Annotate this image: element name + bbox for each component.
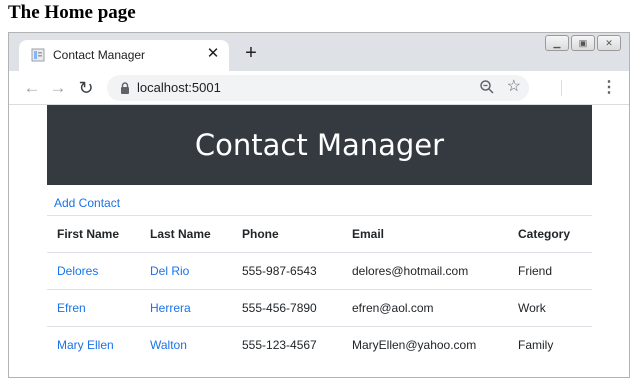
last-name-link[interactable]: Del Rio (150, 264, 189, 278)
table-row: Efren Herrera 555-456-7890 efren@aol.com… (47, 289, 592, 327)
category-cell: Work (508, 289, 592, 327)
email-cell: delores@hotmail.com (342, 252, 508, 290)
plus-icon[interactable]: + (239, 42, 263, 66)
close-icon[interactable]: ✕ (204, 45, 222, 63)
first-name-link[interactable]: Delores (57, 264, 98, 278)
last-name-link[interactable]: Herrera (150, 301, 191, 315)
page-content: Contact Manager Add Contact First Name L… (9, 105, 629, 377)
window-controls: ▁ ▣ ✕ (543, 35, 621, 51)
last-name-link[interactable]: Walton (150, 338, 187, 352)
tab-strip: Contact Manager ✕ + ▁ ▣ ✕ (9, 33, 629, 71)
table-row: Delores Del Rio 555-987-6543 delores@hot… (47, 252, 592, 290)
url-text: localhost:5001 (137, 80, 221, 95)
restore-icon[interactable]: ▣ (571, 35, 595, 51)
first-name-link[interactable]: Efren (57, 301, 86, 315)
column-header-phone: Phone (232, 215, 342, 253)
star-icon[interactable]: ☆ (507, 77, 521, 97)
first-name-link[interactable]: Mary Ellen (57, 338, 114, 352)
zoom-icon[interactable] (479, 79, 495, 95)
browser-tab[interactable]: Contact Manager ✕ (19, 40, 229, 71)
phone-cell: 555-987-6543 (232, 252, 342, 290)
email-cell: MaryEllen@yahoo.com (342, 326, 508, 364)
column-header-category: Category (508, 215, 592, 253)
toolbar-divider (561, 80, 562, 96)
table-row: Mary Ellen Walton 555-123-4567 MaryEllen… (47, 326, 592, 364)
email-cell: efren@aol.com (342, 289, 508, 327)
lock-icon (121, 82, 129, 94)
window-close-icon[interactable]: ✕ (597, 35, 621, 51)
category-cell: Family (508, 326, 592, 364)
add-contact-link[interactable]: Add Contact (54, 196, 120, 210)
category-cell: Friend (508, 252, 592, 290)
browser-window: Contact Manager ✕ + ▁ ▣ ✕ ← → ↻ localhos… (8, 32, 630, 378)
page-favicon-icon (31, 48, 45, 62)
minimize-icon[interactable]: ▁ (545, 35, 569, 51)
column-header-first-name: First Name (47, 215, 140, 253)
column-header-email: Email (342, 215, 508, 253)
tab-title: Contact Manager (53, 48, 146, 62)
address-bar[interactable]: localhost:5001 ☆ (107, 75, 529, 101)
table-header-row: First Name Last Name Phone Email Categor… (47, 215, 592, 253)
kebab-menu-icon[interactable]: ⋮ (601, 77, 617, 99)
page-title: Contact Manager (194, 128, 445, 162)
back-arrow-icon[interactable]: ← (21, 77, 43, 99)
column-header-last-name: Last Name (140, 215, 232, 253)
phone-cell: 555-123-4567 (232, 326, 342, 364)
forward-arrow-icon[interactable]: → (47, 77, 69, 99)
browser-toolbar: ← → ↻ localhost:5001 ☆ ⋮ (9, 71, 629, 105)
contacts-table: First Name Last Name Phone Email Categor… (47, 215, 592, 364)
phone-cell: 555-456-7890 (232, 289, 342, 327)
reload-icon[interactable]: ↻ (75, 77, 97, 99)
figure-caption: The Home page (8, 2, 136, 23)
page-header: Contact Manager (47, 105, 592, 185)
